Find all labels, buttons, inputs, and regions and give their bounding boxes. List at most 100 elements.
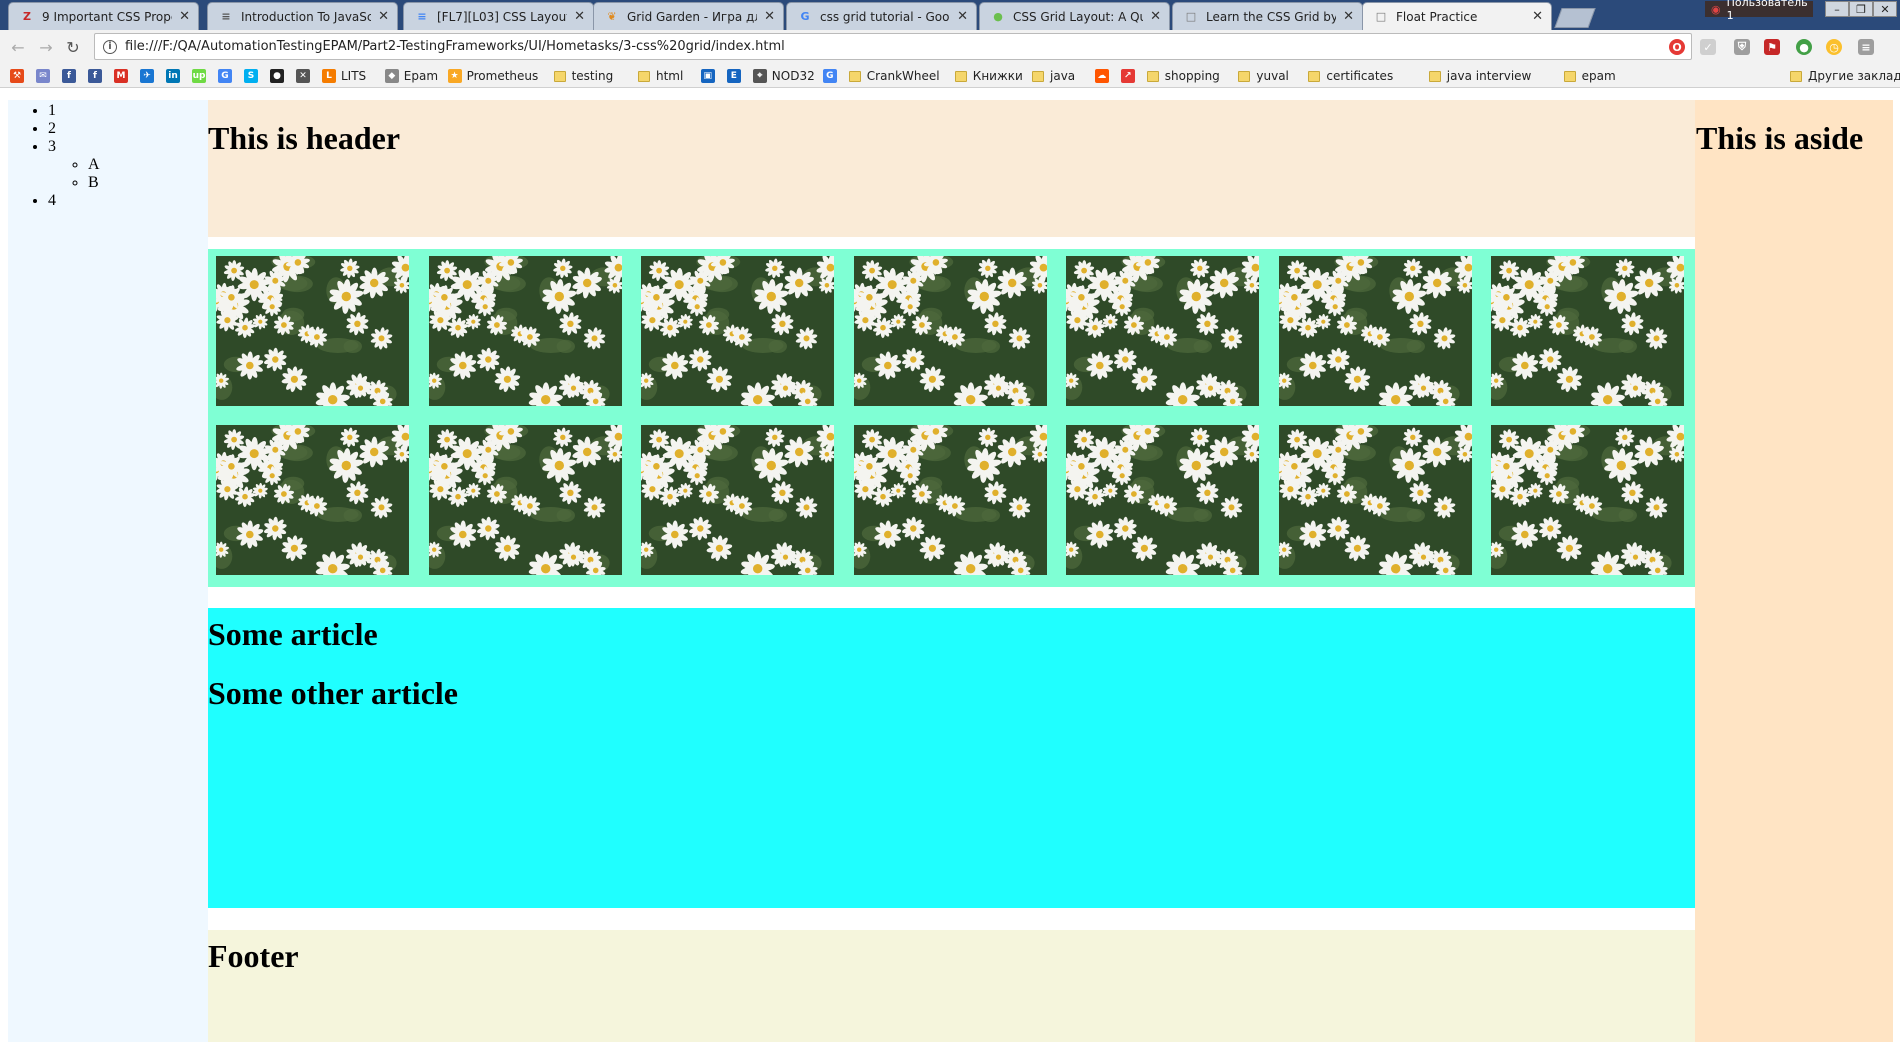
leaf-icon: ● [993,10,1003,23]
flag-icon[interactable]: ⚑ [1764,39,1780,55]
shield-icon[interactable]: ⛨ [1734,39,1750,55]
tab-title: Float Practice [1396,9,1478,24]
browser-tab[interactable]: □ Learn the CSS Grid by Ex ✕ [1172,2,1363,30]
new-tab-button[interactable] [1554,8,1596,28]
tab-title: Learn the CSS Grid by Ex [1206,9,1336,24]
forward-button[interactable]: → [36,37,56,57]
bookmark-item[interactable]: M [114,68,133,84]
bookmark-item[interactable]: E [726,68,746,84]
bookmark-label: Книжки [972,69,1023,83]
other-bookmarks[interactable]: Другие закладк [1790,68,1900,84]
user-icon: ◉ [1711,2,1721,16]
side-nav: 1 2 3 A B 4 [8,100,208,1042]
bookmark-item[interactable]: G [218,68,237,84]
daisy-photo [853,425,1047,575]
bookmark-item[interactable]: G [822,68,842,84]
browser-tab[interactable]: ≡ Introduction To JavaScrip ✕ [207,2,398,30]
upwork-icon: up [192,69,206,83]
bookmark-item[interactable]: ● [270,68,289,84]
bookmark-item[interactable]: ★ Prometheus [447,68,538,84]
bookmark-item[interactable]: ⚒ [10,68,29,84]
back-button[interactable]: ← [8,37,28,57]
bookmark-label: CrankWheel [866,69,940,83]
close-tab-icon[interactable]: ✕ [1532,9,1543,24]
info-icon[interactable]: i [103,39,117,54]
menu-icon[interactable]: ≡ [1858,39,1874,55]
bookmark-icon: ▣ [700,69,715,83]
browser-tab[interactable]: Z 9 Important CSS Properti ✕ [8,2,199,30]
bookmark-item[interactable]: testing [553,68,613,84]
reload-button[interactable]: ↻ [63,37,83,57]
header-title: This is header [208,120,401,156]
close-tab-icon[interactable]: ✕ [764,9,775,24]
bookmark-item[interactable]: ✈ [140,68,159,84]
facebook-icon: f [88,69,102,83]
browser-tab[interactable]: ❦ Grid Garden - Игра для и ✕ [593,2,784,30]
bookmark-item[interactable]: java [1032,68,1075,84]
bookmark-label: shopping [1164,69,1220,83]
close-window-button[interactable]: ✕ [1873,1,1897,17]
close-tab-icon[interactable]: ✕ [378,9,389,24]
bookmark-item[interactable]: ✉ [36,68,55,84]
daisy-photo [1278,425,1472,575]
page-icon: ≡ [221,10,231,23]
nod32-icon: ⌖ [752,69,767,83]
bookmark-item[interactable]: S [244,68,263,84]
tool-icon: ✕ [296,69,310,83]
bookmark-item[interactable]: in [166,68,185,84]
bookmark-item[interactable]: ✕ [296,68,315,84]
folder-icon [1563,70,1576,82]
bookmark-item[interactable]: ⌖ NOD32 [752,68,815,84]
aside-title: This is aside [1696,120,1864,156]
opera-extension-icon[interactable]: O [1669,39,1685,55]
bookmark-label: LITS [341,69,367,83]
daisy-photo [1066,425,1259,575]
bookmark-item[interactable]: L LITS [322,68,366,84]
close-tab-icon[interactable]: ✕ [574,9,585,24]
daisy-photo [1491,256,1684,406]
bookmark-label: html [656,69,684,83]
bookmark-item[interactable]: shopping [1146,68,1220,84]
clock-extension-icon[interactable]: ◷ [1826,39,1842,55]
folder-icon [1428,70,1441,82]
bookmark-item[interactable]: up [192,68,211,84]
google-icon: G [822,69,837,83]
bookmark-item[interactable]: ▣ [700,68,720,84]
bookmark-item[interactable]: CrankWheel [848,68,940,84]
nav-subitem-b: B [88,174,208,192]
profile-button[interactable]: ◉ Пользователь 1 [1705,0,1813,22]
tab-title: CSS Grid Layout: A Quick [1013,9,1143,24]
nav-item-2: 2 [48,120,208,138]
extension-icon[interactable]: ✓ [1700,39,1716,55]
bookmark-item[interactable]: epam [1563,68,1616,84]
close-tab-icon[interactable]: ✕ [1343,9,1354,24]
bookmark-item[interactable]: ☁ [1094,68,1114,84]
address-bar[interactable]: i file:///F:/QA/AutomationTestingEPAM/Pa… [94,33,1692,60]
minimize-button[interactable]: – [1825,1,1849,17]
close-tab-icon[interactable]: ✕ [1150,9,1161,24]
browser-tab[interactable]: ≡ [FL7][L03] CSS Layouts: P ✕ [403,2,594,30]
browser-tab[interactable]: Gcss grid tutorial - Google ✕ [786,2,977,30]
bookmark-label: java interview [1446,69,1532,83]
folder-icon [1238,70,1251,82]
bookmark-item[interactable]: java interview [1428,68,1532,84]
chrome-extension-icon[interactable]: ● [1796,39,1812,55]
daisy-photo [641,256,834,406]
bookmark-item[interactable]: Книжки [954,68,1023,84]
browser-tab[interactable]: ● CSS Grid Layout: A Quick ✕ [979,2,1170,30]
bookmark-item[interactable]: yuval [1238,68,1289,84]
close-tab-icon[interactable]: ✕ [957,9,968,24]
bookmark-item[interactable]: certificates [1308,68,1393,84]
bookmark-item[interactable]: ◆ Epam [384,68,438,84]
bookmark-label: java [1050,69,1076,83]
bookmark-label: epam [1581,69,1616,83]
bookmark-item[interactable]: html [638,68,683,84]
browser-tab[interactable]: □ Float Practice ✕ [1362,2,1552,30]
folder-icon [1032,70,1044,82]
bookmark-item[interactable]: f [88,68,107,84]
bookmark-item[interactable]: f [62,68,81,84]
bookmark-item[interactable]: ↗ [1120,68,1140,84]
footer-title: Footer [208,938,299,974]
close-tab-icon[interactable]: ✕ [179,9,190,24]
maximize-button[interactable]: ❐ [1849,1,1873,17]
